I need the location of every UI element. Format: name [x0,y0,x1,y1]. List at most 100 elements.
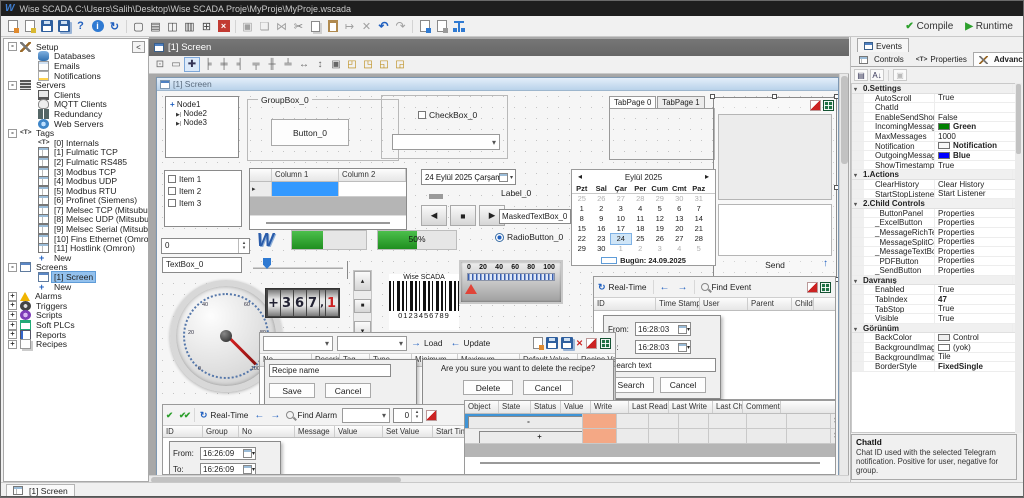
delete-button[interactable]: Delete [463,380,513,395]
calendar-day-cell[interactable]: 22 [572,234,592,244]
grid-hscrollbar[interactable] [250,215,406,229]
tree-item[interactable]: Emails [4,61,148,71]
tree-expander[interactable] [26,138,35,147]
collapse-panel-button[interactable]: < [132,41,145,53]
property-row[interactable]: MaxMessages 1000 [852,132,1016,142]
recipe-load-button[interactable]: →Load [407,333,446,353]
property-row[interactable]: _ButtonPanel Properties [852,209,1016,219]
property-value[interactable]: Notification [953,142,997,151]
tree-item[interactable]: Clients [4,90,148,100]
property-value[interactable]: Blue [953,151,970,160]
monthcalendar-control[interactable]: ◂ Eylül 2025 ▸ PztSalÇarPerCumCmtPaz 252… [571,169,716,266]
help-icon[interactable]: ? [72,18,89,35]
property-row[interactable]: IncomingMessageColor Green [852,122,1016,132]
tab-properties[interactable]: <T>Properties [910,52,973,66]
select-pointer-icon[interactable]: ⊡ [152,57,168,72]
tree-expander[interactable]: + [8,321,17,330]
calendar-day-cell[interactable]: 11 [631,214,651,224]
combo-dropdown-icon[interactable]: ▾ [492,138,496,147]
cut-icon[interactable]: ✂ [290,18,307,35]
align-right-icon[interactable]: ╡ [232,57,248,72]
calendar-day-cell[interactable]: 4 [670,244,690,254]
property-value[interactable]: True [938,161,954,170]
tree-node[interactable]: Node3 [183,118,207,127]
rectangle-select-icon[interactable]: ▭ [168,57,184,72]
property-row[interactable]: ▾Davranış [852,276,1016,286]
align-middle-icon[interactable]: ╫ [264,57,280,72]
alarm-filter-combo[interactable]: ▾ [342,408,390,423]
property-row[interactable]: ShowTimestamp True [852,161,1016,171]
tree-item[interactable]: [4] Modbus UDP [4,176,148,186]
tree-item[interactable]: [11] Hostlink (Omron) [4,243,148,253]
tree-item[interactable]: [7] Melsec TCP (Mitsubushi) [4,205,148,215]
events-forward-button[interactable]: → [674,277,692,297]
column-header[interactable]: Parent [748,298,792,310]
tree-item[interactable]: [3] Modbus TCP [4,167,148,177]
properties-window-icon[interactable]: ▣ [239,18,256,35]
calendar-day-cell[interactable]: 27 [670,234,690,244]
column-header[interactable]: User [700,298,748,310]
property-value[interactable]: 1000 [938,132,956,141]
ack-alarm-icon[interactable]: ✔ [163,405,176,425]
recipe-group-combo[interactable]: ▾ [263,336,333,351]
recipe-cancel-button[interactable]: Cancel [325,383,371,398]
bring-to-front-icon[interactable]: ◰ [344,57,360,72]
tree-item[interactable]: [0] Internals [4,138,148,148]
to-time-picker[interactable]: 16:28:03▾ [635,340,691,354]
window-split-bottom-icon[interactable]: ▤ [147,18,164,35]
checkedlistbox-control[interactable]: Item 1 Item 2 Item 3 [164,170,242,227]
propertygrid-scroll-thumb[interactable] [1016,84,1021,154]
textbox-control[interactable]: TextBox_0 [162,257,242,273]
calendar-day-cell[interactable]: 21 [689,224,709,234]
to-time-picker[interactable]: 16:26:09▾ [200,463,256,476]
property-row[interactable]: ▾0.Settings [852,84,1016,94]
window-split-right-icon[interactable]: ▥ [181,18,198,35]
property-pages-icon[interactable]: ▣ [893,69,907,81]
calendar-day-cell[interactable]: 3 [611,204,631,214]
property-value[interactable]: Properties [938,228,974,237]
category-chevron-icon[interactable]: ▾ [854,201,863,208]
column-header[interactable]: Time Stamp [656,298,700,310]
property-row[interactable]: ▾Görünüm [852,324,1016,334]
row-expander[interactable]: - [468,416,583,429]
column-header[interactable]: Start Time [433,426,468,437]
calendar-day-cell[interactable]: 10 [611,214,631,224]
property-row[interactable]: BorderStyle FixedSingle [852,362,1016,372]
find-event-button[interactable]: Find Event [697,277,756,297]
same-height-icon[interactable]: ↕ [312,57,328,72]
tree-expander[interactable] [26,52,35,61]
events-refresh-button[interactable]: ↻Real-Time [594,277,651,297]
calendar-day-cell[interactable]: 5 [650,204,670,214]
spin-down-icon[interactable]: ▾ [239,246,249,251]
info-icon[interactable]: i [89,18,106,35]
tree-expander[interactable]: - [8,263,17,272]
tree-item[interactable]: Notifications [4,71,148,81]
tree-node[interactable]: Node1 [177,100,201,109]
selection-handle[interactable] [834,185,838,190]
column-header[interactable]: Object [465,401,499,413]
tab-advanced[interactable]: Advanced [973,52,1024,66]
connector-icon[interactable]: ⋈ [273,18,290,35]
tree-expander[interactable] [26,148,35,157]
tree-expander[interactable] [26,282,35,291]
screen-window-titlebar[interactable]: [1] Screen [157,78,838,91]
events-back-button[interactable]: ← [656,277,674,297]
tree-expander[interactable] [26,100,35,109]
column-header[interactable]: No [239,426,295,437]
tree-expander[interactable] [26,157,35,166]
alphabetical-sort-icon[interactable]: A↓ [870,69,884,81]
calendar-day-cell[interactable]: 7 [689,204,709,214]
property-row[interactable]: Visible True [852,314,1016,324]
tree-expander[interactable]: + [8,311,17,320]
property-value[interactable]: Properties [938,209,974,218]
alarm-refresh-button[interactable]: ↻Real-Time [197,405,252,425]
events-excel-icon[interactable] [820,282,831,293]
column-header[interactable]: Last Write [669,401,713,413]
tab-controls[interactable]: Controls [853,52,910,66]
property-value[interactable]: Properties [938,266,974,275]
calendar-day-cell[interactable]: 29 [650,194,670,204]
dropdown-icon[interactable]: ▾ [508,174,515,181]
selection-handle[interactable] [710,94,715,99]
property-row[interactable]: BackgroundImageLayout Tile [852,353,1016,363]
property-value[interactable]: FixedSingle [938,362,983,371]
